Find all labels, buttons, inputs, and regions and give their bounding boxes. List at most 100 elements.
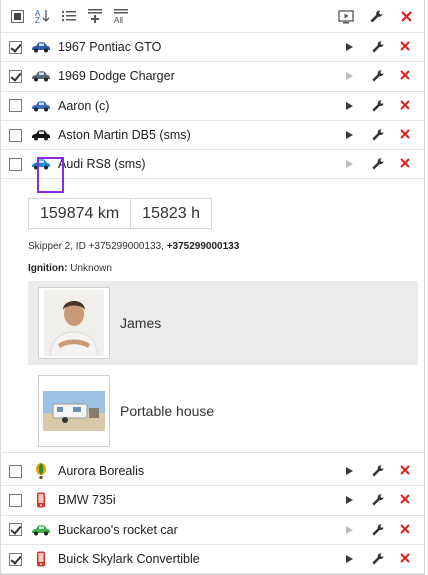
car-icon[interactable] (30, 68, 52, 84)
unit-actions (343, 457, 424, 485)
delete-icon[interactable] (399, 494, 411, 506)
toolbar-right-actions (338, 0, 424, 33)
delete-icon[interactable] (399, 553, 411, 565)
svg-text:Z: Z (35, 16, 40, 24)
unit-checkbox[interactable] (9, 493, 22, 507)
play-icon[interactable] (343, 129, 355, 141)
ignition-value: Unknown (70, 263, 112, 274)
car-icon[interactable] (30, 127, 52, 143)
monitor-play-icon[interactable] (338, 9, 354, 25)
unit-row[interactable]: 1969 Dodge Charger (1, 62, 424, 92)
unit-details-panel: 159874 km 15823 h Skipper 2, ID +3752990… (2, 192, 425, 453)
delete-icon[interactable] (399, 129, 411, 141)
wrench-icon[interactable] (371, 157, 385, 171)
play-icon[interactable] (343, 100, 355, 112)
unit-phone[interactable]: +375299000133 (167, 241, 240, 252)
play-icon[interactable] (343, 494, 355, 506)
unit-name[interactable]: Buckaroo's rocket car (58, 523, 178, 537)
delete-icon[interactable] (399, 158, 411, 170)
delete-icon[interactable] (399, 524, 411, 536)
play-icon[interactable] (343, 524, 355, 536)
unit-row[interactable]: Aurora Borealis (1, 457, 424, 487)
driver-card[interactable]: James (28, 281, 418, 365)
unit-checkbox[interactable] (9, 157, 22, 171)
unit-name[interactable]: Buick Skylark Convertible (58, 552, 200, 566)
unit-checkbox[interactable] (9, 552, 22, 566)
select-all-checkbox-icon[interactable] (9, 8, 25, 24)
unit-checkbox[interactable] (9, 464, 22, 478)
play-icon[interactable] (343, 41, 355, 53)
unit-name[interactable]: Audi RS8 (sms) (58, 157, 146, 171)
selected-icon-highlight (37, 157, 64, 193)
phone-icon[interactable] (30, 492, 52, 508)
unit-checkbox[interactable] (9, 523, 22, 537)
unit-actions (343, 62, 424, 90)
svg-text:All: All (114, 16, 123, 24)
engine-hours-counter: 15823 h (131, 198, 213, 229)
delete-icon[interactable] (399, 100, 411, 112)
car-icon[interactable] (30, 522, 52, 538)
unit-row[interactable]: Aaron (c) (1, 92, 424, 121)
unit-row[interactable]: Buick Skylark Convertible (1, 545, 424, 575)
unit-row[interactable]: 1967 Pontiac GTO (1, 33, 424, 63)
unit-checkbox[interactable] (9, 99, 22, 113)
play-icon[interactable] (343, 553, 355, 565)
wrench-icon[interactable] (371, 128, 385, 142)
wrench-icon[interactable] (371, 464, 385, 478)
wrench-icon[interactable] (371, 99, 385, 113)
unit-row[interactable]: Aston Martin DB5 (sms) (1, 121, 424, 151)
delete-icon[interactable] (399, 465, 411, 477)
trailer-card[interactable]: Portable house (28, 369, 418, 453)
unit-row[interactable]: BMW 735i (1, 486, 424, 516)
balloon-icon[interactable] (30, 463, 52, 480)
counters: 159874 km 15823 h (28, 198, 213, 229)
unit-actions (343, 92, 424, 120)
unit-list-bottom: Aurora Borealis BMW 735i Buckaroo's rocket… (1, 457, 424, 575)
unit-row[interactable]: Audi RS8 (sms) (1, 150, 424, 180)
car-icon[interactable] (30, 98, 52, 114)
unit-name[interactable]: Aurora Borealis (58, 464, 144, 478)
phone-icon[interactable] (30, 551, 52, 567)
unit-actions (343, 486, 424, 514)
delete-icon[interactable] (399, 41, 411, 53)
unit-info-line: Skipper 2, ID +375299000133, +3752990001… (28, 241, 239, 252)
trailer-name: Portable house (120, 403, 215, 419)
unit-name[interactable]: Aaron (c) (58, 99, 109, 113)
play-icon[interactable] (343, 70, 355, 82)
unit-actions (343, 516, 424, 544)
driver-photo (38, 287, 110, 359)
unit-row[interactable]: Buckaroo's rocket car (1, 516, 424, 545)
mileage-counter: 159874 km (28, 198, 132, 229)
list-icon[interactable] (61, 8, 77, 24)
wrench-icon[interactable] (368, 9, 384, 25)
sort-az-icon[interactable]: AZ (35, 8, 51, 24)
unit-actions (343, 33, 424, 61)
unit-actions (343, 150, 424, 178)
unit-name[interactable]: 1969 Dodge Charger (58, 69, 175, 83)
play-icon[interactable] (343, 158, 355, 170)
unit-checkbox[interactable] (9, 128, 22, 142)
unit-name[interactable]: Aston Martin DB5 (sms) (58, 128, 191, 142)
unit-actions (343, 121, 424, 149)
unit-actions (343, 545, 424, 573)
wrench-icon[interactable] (371, 69, 385, 83)
all-icon[interactable]: All (113, 8, 129, 24)
add-group-icon[interactable] (87, 8, 103, 24)
unit-checkbox[interactable] (9, 40, 22, 54)
wrench-icon[interactable] (371, 40, 385, 54)
toolbar: AZ All (1, 0, 424, 33)
unit-name[interactable]: 1967 Pontiac GTO (58, 40, 161, 54)
delete-icon[interactable] (398, 9, 414, 25)
delete-icon[interactable] (399, 70, 411, 82)
wrench-icon[interactable] (371, 493, 385, 507)
wrench-icon[interactable] (371, 523, 385, 537)
car-icon[interactable] (30, 39, 52, 55)
unit-name[interactable]: BMW 735i (58, 493, 116, 507)
unit-checkbox[interactable] (9, 69, 22, 83)
trailer-photo (38, 375, 110, 447)
ignition-label: Ignition: (28, 263, 68, 274)
play-icon[interactable] (343, 465, 355, 477)
ignition-status: Ignition: Unknown (28, 263, 112, 274)
wrench-icon[interactable] (371, 552, 385, 566)
unit-info-text: Skipper 2, ID +375299000133, (28, 241, 167, 252)
